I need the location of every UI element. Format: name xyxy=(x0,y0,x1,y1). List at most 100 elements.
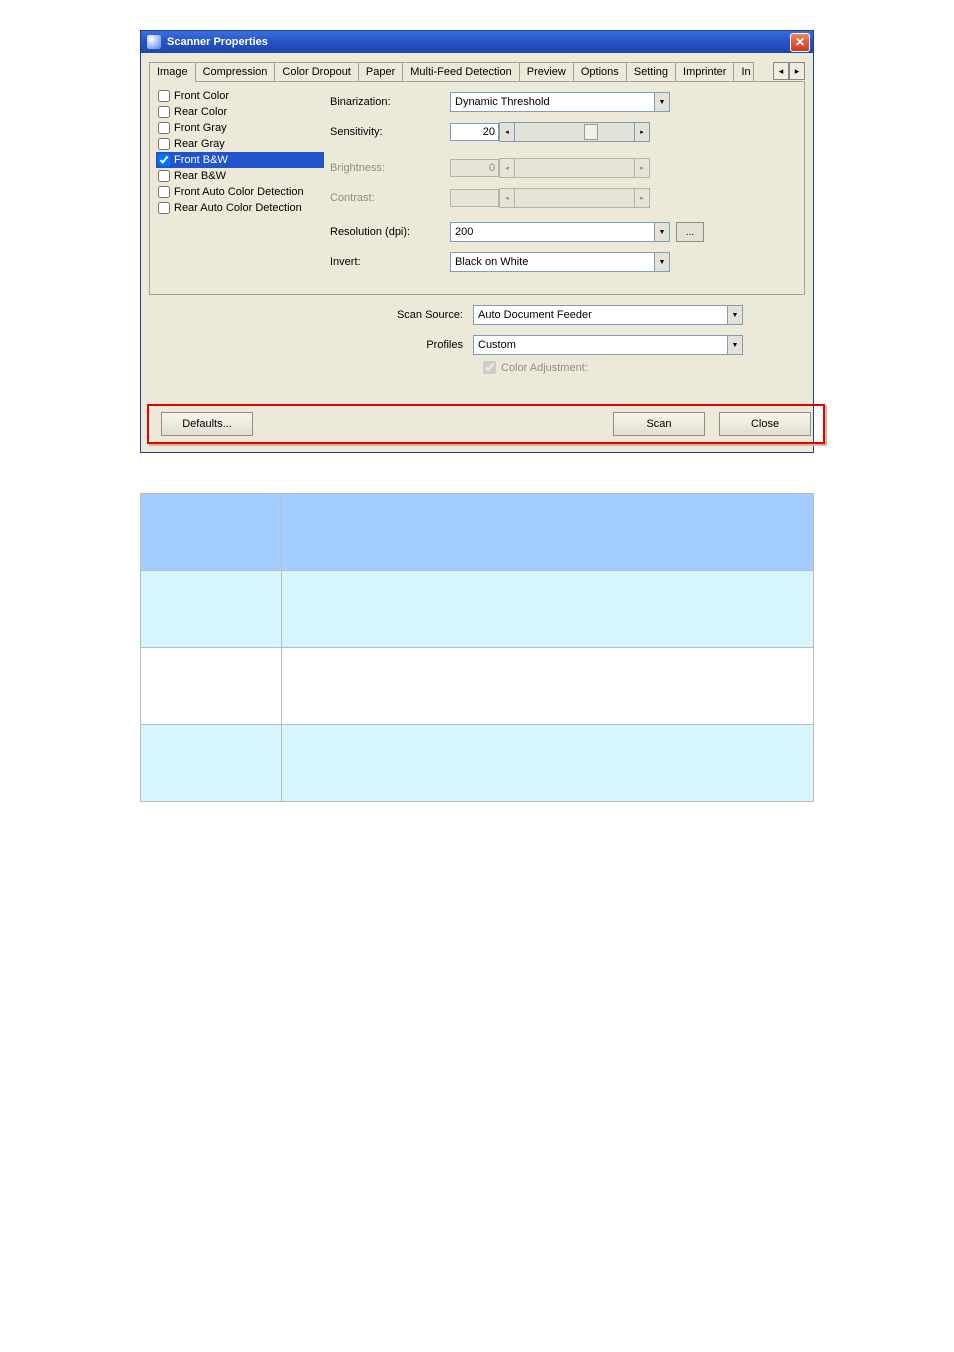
tab-color-dropout[interactable]: Color Dropout xyxy=(274,62,358,81)
table-row xyxy=(141,725,814,802)
tab-scroll-right-icon[interactable]: ▸ xyxy=(789,62,805,80)
close-icon[interactable]: ✕ xyxy=(790,33,810,52)
color-adjustment-label: Color Adjustment: xyxy=(501,362,588,374)
sensitivity-slider[interactable]: 20 ◂ ▸ xyxy=(450,122,650,142)
side-label: Rear Color xyxy=(174,106,227,118)
tab-multifeed[interactable]: Multi-Feed Detection xyxy=(402,62,520,81)
tab-paper[interactable]: Paper xyxy=(358,62,403,81)
table-cell xyxy=(282,648,814,725)
window-client: Image Compression Color Dropout Paper Mu… xyxy=(141,53,813,452)
checkbox-front-color[interactable] xyxy=(158,90,170,102)
profiles-dropdown[interactable]: Custom ▼ xyxy=(473,335,743,355)
checkbox-front-gray[interactable] xyxy=(158,122,170,134)
slider-thumb[interactable] xyxy=(584,124,598,140)
scan-source-value: Auto Document Feeder xyxy=(478,309,592,321)
scan-source-dropdown[interactable]: Auto Document Feeder ▼ xyxy=(473,305,743,325)
side-label: Front Color xyxy=(174,90,229,102)
sensitivity-label: Sensitivity: xyxy=(330,126,450,138)
app-icon xyxy=(147,35,161,49)
checkbox-front-auto[interactable] xyxy=(158,186,170,198)
resolution-more-button[interactable]: ... xyxy=(676,222,704,242)
checkbox-front-bw[interactable] xyxy=(158,154,170,166)
close-button[interactable]: Close xyxy=(719,412,811,436)
side-label: Rear Gray xyxy=(174,138,225,150)
checkbox-rear-auto[interactable] xyxy=(158,202,170,214)
resolution-value: 200 xyxy=(455,226,473,238)
table-header-row xyxy=(141,494,814,571)
profiles-value: Custom xyxy=(478,339,516,351)
brightness-track xyxy=(515,158,634,178)
side-item-rear-gray[interactable]: Rear Gray xyxy=(156,136,324,152)
tab-scroll: ◂ ▸ xyxy=(773,62,805,80)
brightness-value: 0 xyxy=(450,159,499,177)
tab-imprinter[interactable]: Imprinter xyxy=(675,62,734,81)
tab-preview[interactable]: Preview xyxy=(519,62,574,81)
checkbox-rear-gray[interactable] xyxy=(158,138,170,150)
chevron-down-icon: ▼ xyxy=(727,336,742,354)
arrow-right-icon[interactable]: ▸ xyxy=(634,122,650,142)
table-cell xyxy=(141,571,282,648)
side-item-front-color[interactable]: Front Color xyxy=(156,88,324,104)
color-adjustment-checkbox xyxy=(483,361,496,374)
arrow-left-icon: ◂ xyxy=(499,188,515,208)
tab-setting[interactable]: Setting xyxy=(626,62,676,81)
profiles-label: Profiles xyxy=(173,339,473,351)
tab-overflow[interactable]: In xyxy=(733,62,753,81)
tab-image[interactable]: Image xyxy=(149,62,196,82)
chevron-down-icon: ▼ xyxy=(654,223,669,241)
tab-scroll-left-icon[interactable]: ◂ xyxy=(773,62,789,80)
chevron-down-icon: ▼ xyxy=(654,93,669,111)
side-item-rear-auto[interactable]: Rear Auto Color Detection xyxy=(156,200,324,216)
arrow-left-icon[interactable]: ◂ xyxy=(499,122,515,142)
contrast-track xyxy=(515,188,634,208)
invert-dropdown[interactable]: Black on White ▼ xyxy=(450,252,670,272)
table-row xyxy=(141,571,814,648)
resolution-dropdown[interactable]: 200 ▼ xyxy=(450,222,670,242)
chevron-down-icon: ▼ xyxy=(654,253,669,271)
table-cell xyxy=(141,648,282,725)
scanner-properties-window: Scanner Properties ✕ Image Compression C… xyxy=(140,30,814,453)
table-row xyxy=(141,648,814,725)
contrast-slider: ◂ ▸ xyxy=(450,188,650,208)
binarization-dropdown[interactable]: Dynamic Threshold ▼ xyxy=(450,92,670,112)
sensitivity-track[interactable] xyxy=(515,122,634,142)
side-item-rear-bw[interactable]: Rear B&W xyxy=(156,168,324,184)
table-cell xyxy=(282,725,814,802)
image-settings-panel: Binarization: Dynamic Threshold ▼ Sensit… xyxy=(330,88,798,288)
side-item-front-bw[interactable]: Front B&W xyxy=(156,152,324,168)
brightness-label: Brightness: xyxy=(330,162,450,174)
side-label: Rear Auto Color Detection xyxy=(174,202,302,214)
window-title: Scanner Properties xyxy=(167,36,790,48)
side-item-front-gray[interactable]: Front Gray xyxy=(156,120,324,136)
table-cell xyxy=(282,571,814,648)
resolution-label: Resolution (dpi): xyxy=(330,226,450,238)
side-label: Front B&W xyxy=(174,154,228,166)
brightness-slider: 0 ◂ ▸ xyxy=(450,158,650,178)
image-side-list: Front Color Rear Color Front Gray Rear G… xyxy=(156,88,324,288)
side-item-rear-color[interactable]: Rear Color xyxy=(156,104,324,120)
sensitivity-value: 20 xyxy=(450,123,499,141)
binarization-value: Dynamic Threshold xyxy=(455,96,550,108)
tab-compression[interactable]: Compression xyxy=(195,62,276,81)
contrast-value xyxy=(450,189,499,207)
contrast-label: Contrast: xyxy=(330,192,450,204)
arrow-right-icon: ▸ xyxy=(634,188,650,208)
chevron-down-icon: ▼ xyxy=(727,306,742,324)
titlebar: Scanner Properties ✕ xyxy=(141,31,813,53)
table-header-cell xyxy=(141,494,282,571)
scan-button[interactable]: Scan xyxy=(613,412,705,436)
side-label: Front Gray xyxy=(174,122,227,134)
side-item-front-auto[interactable]: Front Auto Color Detection xyxy=(156,184,324,200)
checkbox-rear-color[interactable] xyxy=(158,106,170,118)
defaults-button[interactable]: Defaults... xyxy=(161,412,253,436)
tab-body: Front Color Rear Color Front Gray Rear G… xyxy=(149,81,805,295)
checkbox-rear-bw[interactable] xyxy=(158,170,170,182)
side-label: Rear B&W xyxy=(174,170,226,182)
scan-source-label: Scan Source: xyxy=(173,309,473,321)
arrow-left-icon: ◂ xyxy=(499,158,515,178)
tabs-bar: Image Compression Color Dropout Paper Mu… xyxy=(149,61,805,81)
description-table xyxy=(140,493,814,802)
tab-options[interactable]: Options xyxy=(573,62,627,81)
table-header-cell xyxy=(282,494,814,571)
screenshot-window-wrap: Scanner Properties ✕ Image Compression C… xyxy=(140,30,814,453)
